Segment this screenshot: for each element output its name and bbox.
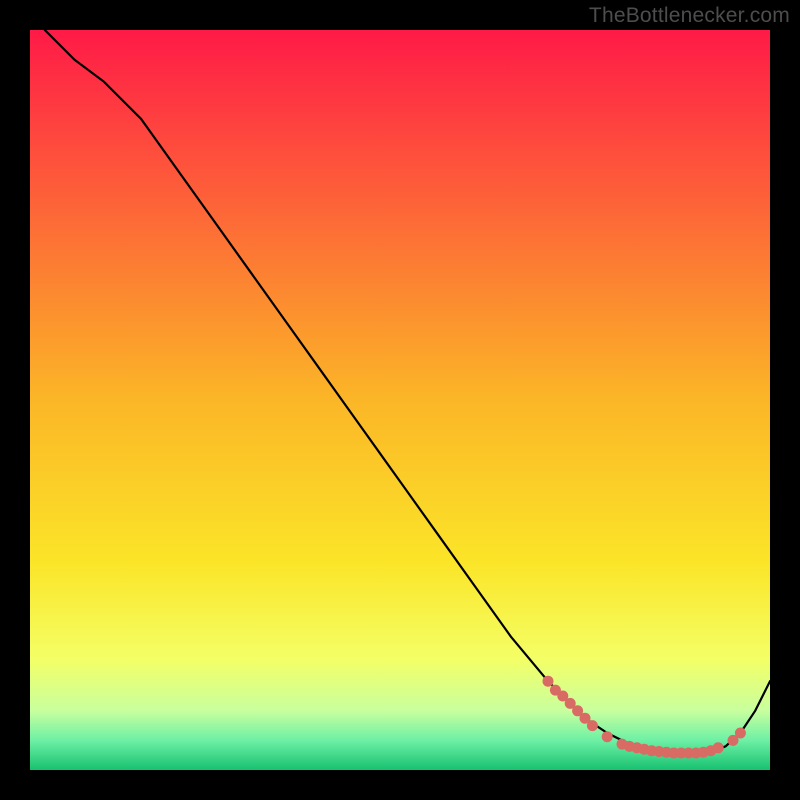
point-highlight-descent <box>587 720 598 731</box>
watermark-text: TheBottlenecker.com <box>589 4 790 28</box>
chart-svg <box>30 30 770 770</box>
point-highlight-ascent <box>735 728 746 739</box>
chart-frame: TheBottlenecker.com <box>0 0 800 800</box>
point-flat-dots <box>713 742 724 753</box>
gradient-background <box>30 30 770 770</box>
point-flat-dots <box>602 731 613 742</box>
plot-area <box>30 30 770 770</box>
point-highlight-descent <box>543 676 554 687</box>
